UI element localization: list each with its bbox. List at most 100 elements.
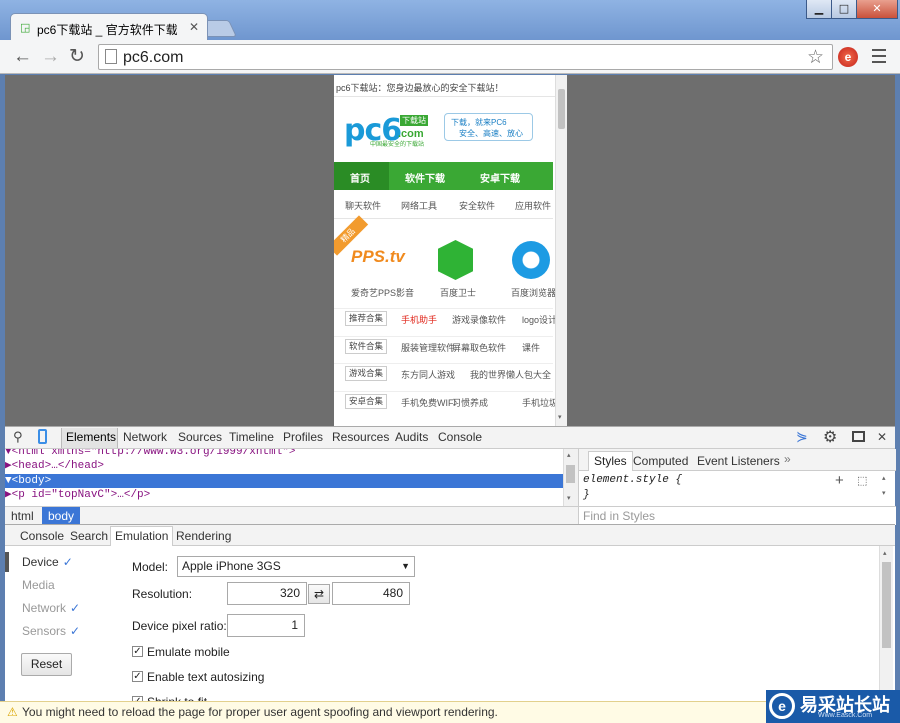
styles-scroll-up-icon[interactable]: ▴	[882, 474, 886, 482]
tab-close-icon[interactable]: ✕	[189, 20, 199, 34]
check-icon: ✓	[62, 555, 73, 569]
forward-arrow-icon[interactable]: →	[41, 46, 60, 68]
back-arrow-icon[interactable]: ←	[13, 46, 32, 68]
resolution-height-input[interactable]: 480	[332, 582, 410, 605]
logo-subtitle: 中国最安全的下载站	[370, 142, 425, 148]
collection-tag[interactable]: 游戏合集	[345, 366, 388, 381]
collection-link[interactable]: 手机垃圾	[522, 396, 558, 409]
devtools-tab-audits[interactable]: Audits	[395, 430, 428, 444]
check-icon: ✓	[70, 624, 81, 638]
drawer-tab-rendering[interactable]: Rendering	[176, 529, 231, 543]
emulate-mobile-checkbox[interactable]: ✓	[132, 646, 143, 657]
element-state-icon[interactable]: ⬚	[857, 474, 867, 487]
dom-node-html[interactable]: ▼<html xmlns="http://www.w3.org/1999/xht…	[5, 449, 563, 459]
dom-tree[interactable]: ▼<html xmlns="http://www.w3.org/1999/xht…	[5, 449, 563, 506]
category-chat[interactable]: 聊天软件	[345, 199, 381, 212]
devtools-tab-elements[interactable]: Elements	[66, 430, 116, 444]
emulation-nav-media[interactable]: Media	[22, 578, 55, 592]
app-name-baidu-guard[interactable]: 百度卫士	[440, 286, 476, 299]
emulation-nav-sensors[interactable]: Sensors ✓	[22, 624, 80, 638]
tab-title: pc6下载站 _ 官方软件下载	[37, 23, 177, 37]
swap-dimensions-button[interactable]: ⇄	[308, 584, 330, 604]
tab-event-listeners[interactable]: Event Listeners	[697, 454, 780, 468]
maximize-button[interactable]: □	[831, 0, 857, 19]
devtools-tab-resources[interactable]: Resources	[332, 430, 389, 444]
resolution-label: Resolution:	[132, 587, 193, 601]
text-autosizing-label[interactable]: Enable text autosizing	[147, 670, 264, 684]
emulate-mobile-label[interactable]: Emulate mobile	[147, 645, 230, 659]
collection-link[interactable]: 手机免费WIFI	[401, 396, 456, 409]
tab-computed[interactable]: Computed	[633, 454, 688, 468]
extension-icon[interactable]: e	[838, 47, 858, 67]
app-name-baidu-browser[interactable]: 百度浏览器	[511, 286, 556, 299]
minimize-button[interactable]: ▁	[806, 0, 832, 19]
close-devtools-icon[interactable]: ✕	[877, 430, 887, 444]
console-drawer-icon[interactable]: ⋟	[796, 428, 808, 445]
collection-link[interactable]: 游戏录像软件	[452, 313, 506, 326]
settings-gear-icon[interactable]: ⚙	[823, 427, 837, 447]
url-text[interactable]: pc6.com	[123, 49, 183, 67]
collection-link[interactable]: 习惯养成	[452, 396, 488, 409]
close-window-button[interactable]: ✕	[856, 0, 898, 19]
category-security[interactable]: 安全软件	[459, 199, 495, 212]
more-tabs-icon[interactable]: »	[784, 452, 791, 466]
collection-tag[interactable]: 推荐合集	[345, 311, 388, 326]
nav-item-home[interactable]: 首页	[350, 170, 370, 185]
drawer-scrollbar[interactable]: ▴	[879, 546, 893, 701]
menu-icon[interactable]	[872, 49, 886, 63]
devtools-tab-console[interactable]: Console	[438, 430, 482, 444]
app-name-pps[interactable]: 爱奇艺PPS影音	[351, 286, 414, 299]
reset-button[interactable]: Reset	[21, 653, 72, 676]
styles-scroll-down-icon[interactable]: ▾	[882, 489, 886, 497]
dom-node-body[interactable]: ▼<body>	[5, 474, 563, 488]
collection-link[interactable]: logo设计	[522, 313, 557, 326]
category-apps[interactable]: 应用软件	[515, 199, 551, 212]
drawer-tab-console[interactable]: Console	[20, 529, 64, 543]
bookmark-star-icon[interactable]: ☆	[807, 46, 824, 69]
drawer-tab-emulation[interactable]: Emulation	[110, 526, 174, 546]
collection-link[interactable]: 屏幕取色软件	[452, 341, 506, 354]
device-pixel-ratio-input[interactable]: 1	[227, 614, 305, 637]
reload-icon[interactable]: ↻	[69, 45, 85, 68]
emulation-nav-label: Media	[22, 578, 55, 592]
find-in-styles-input[interactable]: Find in Styles	[579, 506, 896, 525]
collection-link[interactable]: 东方同人游戏	[401, 368, 455, 381]
collection-link[interactable]: 课件	[522, 341, 540, 354]
resolution-width-input[interactable]: 320	[227, 582, 307, 605]
baidu-browser-icon[interactable]	[512, 241, 550, 279]
pps-logo[interactable]: PPS.tv	[351, 247, 405, 267]
dom-node-head[interactable]: ▶<head>…</head>	[5, 459, 563, 473]
dom-scrollbar[interactable]: ▴ ▾	[563, 449, 578, 506]
devtools-tab-timeline[interactable]: Timeline	[229, 430, 274, 444]
emulation-nav-device[interactable]: Device ✓	[22, 555, 73, 569]
baidu-guard-icon[interactable]	[438, 240, 473, 280]
collection-tag[interactable]: 软件合集	[345, 338, 388, 354]
emulation-nav-network[interactable]: Network ✓	[22, 601, 80, 615]
breadcrumb-body[interactable]: body	[42, 507, 81, 525]
address-bar[interactable]: pc6.com ☆	[98, 44, 833, 70]
text-autosizing-checkbox[interactable]: ✓	[132, 671, 143, 682]
model-select[interactable]: Apple iPhone 3GS ▼	[177, 556, 415, 577]
devtools-tab-profiles[interactable]: Profiles	[283, 430, 323, 444]
add-rule-icon[interactable]: +	[835, 472, 844, 489]
browser-tab[interactable]: ◲ pc6下载站 _ 官方软件下载 ✕	[10, 13, 208, 41]
collection-link[interactable]: 手机助手	[401, 313, 437, 326]
nav-item-software[interactable]: 软件下载	[405, 170, 445, 185]
tab-styles[interactable]: Styles	[588, 451, 633, 471]
breadcrumb-html[interactable]: html	[11, 509, 34, 523]
dom-node-p[interactable]: ▶<p id="topNavC">…</p>	[5, 488, 563, 502]
nav-item-android[interactable]: 安卓下载	[480, 170, 520, 185]
mobile-page[interactable]: pc6下载站：您身边最放心的安全下载站！ pc6 下载站 .com 中国最安全的…	[334, 75, 567, 426]
dock-icon[interactable]	[852, 431, 865, 442]
inspect-search-icon[interactable]: ⚲	[13, 429, 23, 445]
collection-link[interactable]: 服装管理软件	[401, 341, 455, 354]
mobile-scrollbar[interactable]: ▾	[555, 75, 567, 426]
element-style-rule[interactable]: element.style {	[583, 474, 682, 486]
devtools-tab-network[interactable]: Network	[123, 430, 167, 444]
devtools-tab-sources[interactable]: Sources	[178, 430, 222, 444]
collection-tag[interactable]: 安卓合集	[345, 393, 388, 409]
category-network[interactable]: 网络工具	[401, 199, 437, 212]
collection-link[interactable]: 我的世界懒人包大全	[470, 368, 551, 381]
drawer-tab-search[interactable]: Search	[70, 529, 108, 543]
device-mode-icon[interactable]	[38, 429, 47, 444]
